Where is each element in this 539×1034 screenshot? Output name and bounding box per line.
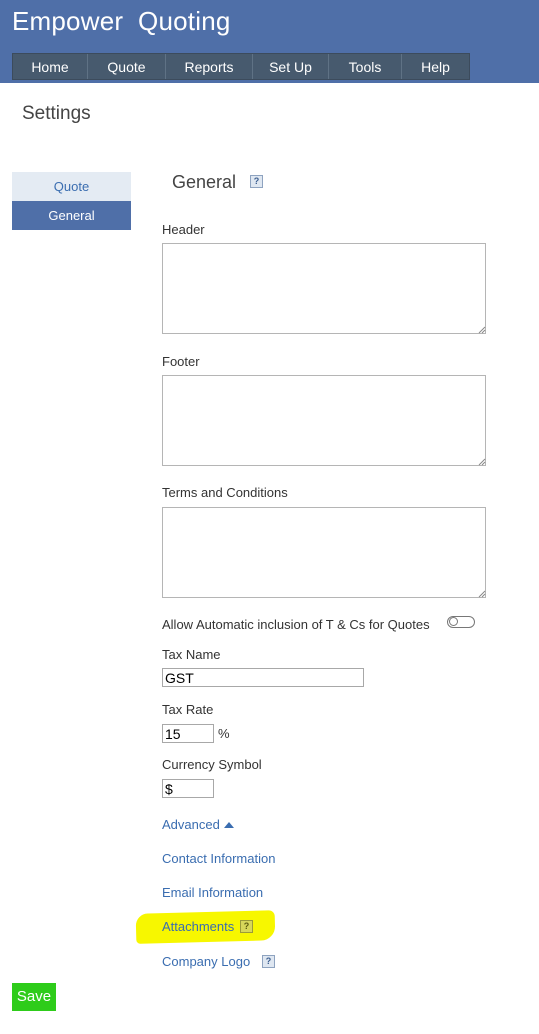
email-information-link[interactable]: Email Information [162, 885, 263, 900]
auto-terms-label: Allow Automatic inclusion of T & Cs for … [162, 617, 430, 632]
terms-label: Terms and Conditions [162, 485, 288, 500]
save-button[interactable]: Save [12, 983, 56, 1011]
tax-rate-label: Tax Rate [162, 702, 214, 717]
caret-up-icon [223, 822, 234, 828]
toggle-knob [449, 617, 458, 626]
page-title: Settings [22, 103, 91, 124]
tax-rate-input[interactable] [162, 724, 214, 743]
nav-help[interactable]: Help [402, 54, 469, 79]
contact-information-link[interactable]: Contact Information [162, 851, 275, 866]
terms-textarea[interactable] [162, 507, 486, 598]
tax-name-label: Tax Name [162, 647, 221, 662]
nav-reports[interactable]: Reports [166, 54, 253, 79]
top-bar: Empower Quoting Home Quote Reports Set U… [0, 0, 539, 83]
advanced-label: Advanced [162, 817, 220, 832]
footer-label: Footer [162, 354, 200, 369]
currency-input[interactable] [162, 779, 214, 798]
sidebar-item-quote[interactable]: Quote [12, 172, 131, 201]
help-icon[interactable]: ? [250, 175, 263, 188]
tax-name-input[interactable] [162, 668, 364, 687]
nav-quote[interactable]: Quote [88, 54, 166, 79]
nav-home[interactable]: Home [13, 54, 88, 79]
resize-grip-icon[interactable] [478, 458, 486, 466]
header-textarea[interactable] [162, 243, 486, 334]
header-label: Header [162, 222, 205, 237]
resize-grip-icon[interactable] [478, 590, 486, 598]
advanced-toggle[interactable]: Advanced [162, 817, 234, 832]
settings-sidebar: Quote General [12, 172, 131, 230]
currency-label: Currency Symbol [162, 757, 262, 772]
company-logo-help-icon[interactable]: ? [262, 955, 275, 968]
tax-rate-unit: % [218, 726, 230, 741]
auto-terms-toggle[interactable] [447, 616, 475, 628]
attachments-link[interactable]: Attachments [162, 919, 234, 934]
main-nav: Home Quote Reports Set Up Tools Help [12, 53, 470, 80]
sidebar-item-general[interactable]: General [12, 201, 131, 230]
app-title: Empower Quoting [12, 6, 231, 36]
attachments-help-icon[interactable]: ? [240, 920, 253, 933]
section-title: General [172, 172, 237, 192]
company-logo-link[interactable]: Company Logo [162, 954, 250, 969]
resize-grip-icon[interactable] [478, 326, 486, 334]
footer-textarea[interactable] [162, 375, 486, 466]
nav-set-up[interactable]: Set Up [253, 54, 329, 79]
nav-tools[interactable]: Tools [329, 54, 402, 79]
